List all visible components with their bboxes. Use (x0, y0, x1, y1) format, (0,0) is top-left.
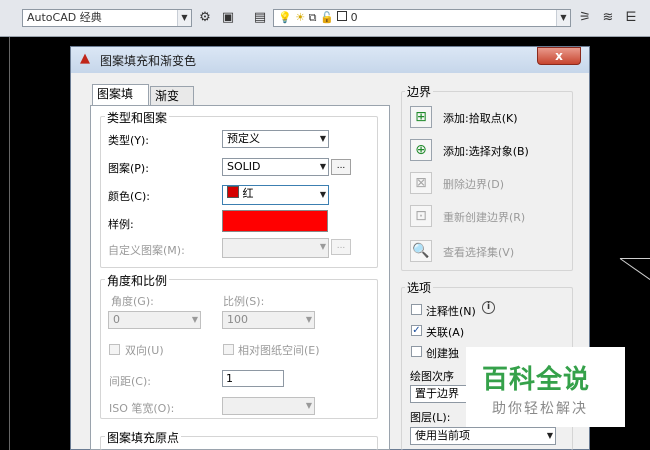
remove-boundary-label[interactable]: 删除边界(D) (443, 176, 504, 192)
layer-combo[interactable]: 💡 ☀ ⧉ 🔓 0 ▼ (273, 9, 571, 27)
workspace-combo[interactable]: AutoCAD 经典 ▼ (22, 9, 192, 27)
chevron-down-icon: ▼ (556, 10, 570, 26)
angle-value: 0 (113, 313, 120, 326)
layer-label: 图层(L): (410, 411, 451, 424)
watermark-title: 百科全说 (482, 365, 591, 395)
relative-paper-checkbox[interactable] (223, 344, 234, 355)
annotative-label: 注释性(N) (426, 305, 476, 318)
create-separate-label: 创建独 (426, 347, 459, 360)
chevron-down-icon: ▼ (177, 10, 191, 26)
workspace-value: AutoCAD 经典 (27, 11, 102, 24)
layer-value: 0 (350, 11, 358, 24)
scale-value: 100 (227, 313, 248, 326)
remove-boundary-icon[interactable]: ⊠ (410, 172, 432, 194)
type-label: 类型(Y): (108, 134, 150, 147)
type-dropdown[interactable]: 预定义 ▼ (222, 130, 329, 148)
chevron-down-icon: ▼ (319, 134, 326, 143)
pattern-label: 图案(P): (108, 162, 149, 175)
double-checkbox[interactable] (109, 344, 120, 355)
view-selection-label[interactable]: 查看选择集(V) (443, 244, 514, 260)
select-objects-label[interactable]: 添加:选择对象(B) (443, 143, 529, 159)
layer-dropdown-value: 使用当前项 (415, 429, 470, 442)
spacing-label: 间距(C): (109, 375, 151, 388)
options-legend: 选项 (405, 279, 434, 296)
associative-label: 关联(A) (426, 326, 465, 339)
chevron-down-icon: ▼ (319, 190, 326, 199)
draw-order-value: 置于边界 (415, 387, 459, 400)
make-current-layer-icon[interactable]: ⚞ (577, 10, 593, 26)
chevron-down-icon: ▼ (546, 431, 553, 440)
viewport-freeze-icon: ⧉ (308, 11, 317, 24)
select-objects-icon[interactable]: ⊕ (410, 139, 432, 161)
draw-order-label: 绘图次序 (410, 370, 454, 383)
chevron-down-icon: ▼ (319, 242, 326, 251)
angle-label: 角度(G): (111, 295, 154, 308)
custom-pattern-dropdown[interactable]: ▼ (222, 238, 329, 258)
iso-pen-width-label: ISO 笔宽(O): (109, 402, 175, 415)
view-selection-icon[interactable]: 🔍 (410, 240, 432, 262)
tab-gradient[interactable]: 渐变色 (150, 86, 194, 122)
recreate-boundary-label[interactable]: 重新创建边界(R) (443, 209, 525, 225)
swatch-label: 样例: (108, 218, 134, 231)
unlock-icon: 🔓 (319, 11, 334, 24)
pick-points-label[interactable]: 添加:拾取点(K) (443, 110, 518, 126)
chevron-down-icon: ▼ (305, 315, 312, 324)
chevron-down-icon: ▼ (319, 162, 326, 171)
associative-checkbox[interactable]: ✓ (411, 325, 422, 336)
autocad-logo-icon: ▲ (80, 51, 90, 66)
info-icon[interactable]: i (482, 301, 495, 314)
close-button[interactable]: x (537, 47, 581, 65)
sun-icon: ☀ (295, 11, 306, 24)
hatch-origin-legend: 图案填充原点 (105, 429, 182, 446)
tab-hatch[interactable]: 图案填充 (92, 84, 149, 120)
lightbulb-icon: 💡 (278, 11, 292, 24)
pattern-dropdown[interactable]: SOLID ▼ (222, 158, 329, 176)
annotative-checkbox[interactable] (411, 304, 422, 315)
watermark-subtitle: 助你轻松解决 (492, 401, 588, 417)
color-swatch (227, 186, 239, 198)
custom-pattern-label: 自定义图案(M): (108, 244, 185, 257)
pattern-swatch[interactable] (222, 210, 328, 232)
scale-dropdown[interactable]: 100 ▼ (222, 311, 315, 329)
boundary-legend: 边界 (405, 83, 434, 100)
layer-previous-icon[interactable]: ≋ (600, 10, 616, 26)
drawing-line (620, 258, 650, 259)
layer-color-swatch (337, 11, 348, 21)
type-pattern-legend: 类型和图案 (105, 109, 170, 126)
create-separate-checkbox[interactable] (411, 346, 422, 357)
color-dropdown[interactable]: 红 ▼ (222, 185, 329, 205)
pattern-browse-button[interactable]: ... (331, 159, 351, 175)
chevron-down-icon: ▼ (305, 401, 312, 410)
double-label: 双向(U) (125, 344, 164, 357)
pick-points-icon[interactable]: ⊞ (410, 106, 432, 128)
color-label: 颜色(C): (108, 190, 150, 203)
viewport-border (9, 37, 10, 450)
chevron-down-icon: ▼ (191, 315, 198, 324)
workspace-settings-icon[interactable]: ▣ (220, 10, 236, 26)
iso-pen-width-dropdown[interactable]: ▼ (222, 397, 315, 415)
layer-properties-icon[interactable]: ▤ (252, 10, 268, 26)
relative-paper-label: 相对图纸空间(E) (238, 344, 320, 357)
layer-state-icon[interactable]: ⋿ (623, 10, 639, 26)
angle-scale-legend: 角度和比例 (105, 272, 170, 289)
scale-label: 比例(S): (223, 295, 265, 308)
dialog-title: 图案填充和渐变色 (100, 54, 197, 68)
custom-browse-button[interactable]: ... (331, 239, 351, 255)
recreate-boundary-icon[interactable]: ⊡ (410, 205, 432, 227)
gear-icon[interactable]: ⚙ (197, 10, 213, 26)
color-value: 红 (242, 187, 254, 200)
pattern-value: SOLID (227, 160, 261, 173)
layer-dropdown[interactable]: 使用当前项 ▼ (410, 427, 556, 445)
angle-dropdown[interactable]: 0 ▼ (108, 311, 201, 329)
type-value: 预定义 (227, 132, 260, 145)
spacing-input[interactable]: 1 (222, 370, 284, 387)
